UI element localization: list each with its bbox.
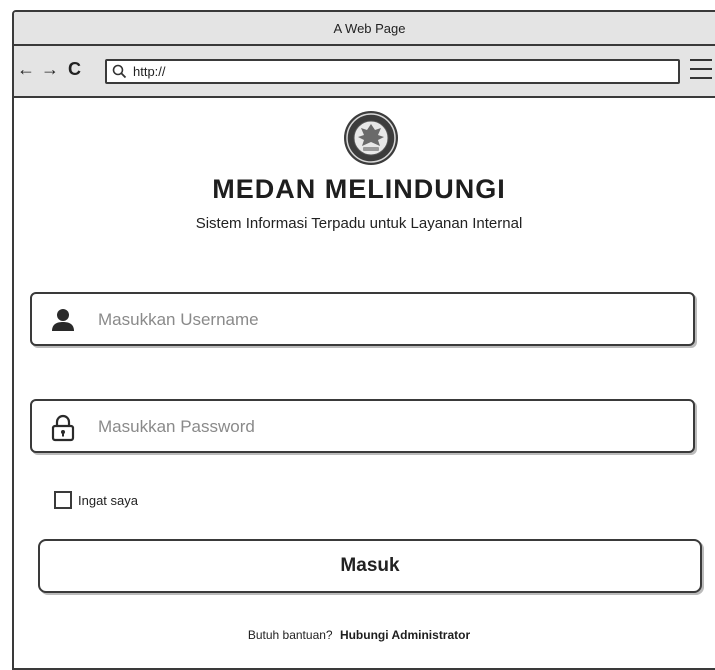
url-text: http:// (133, 64, 166, 79)
remember-me-label: Ingat saya (78, 492, 138, 508)
address-bar[interactable]: http:// (105, 59, 680, 84)
help-text: Butuh bantuan? Hubungi Administrator (14, 628, 704, 642)
menu-icon[interactable] (690, 59, 715, 81)
reload-button[interactable]: C (68, 59, 81, 79)
contact-admin-link[interactable]: Hubungi Administrator (340, 628, 470, 642)
username-field[interactable] (30, 292, 695, 346)
search-icon (112, 64, 127, 85)
checkbox-box[interactable] (54, 491, 72, 509)
lock-icon (50, 414, 76, 447)
user-icon (50, 307, 76, 338)
back-button[interactable]: ← (17, 59, 35, 79)
browser-toolbar: ← → C http:// (14, 46, 715, 98)
window-title: A Web Page (333, 21, 406, 36)
emblem-seal-icon (343, 110, 399, 166)
username-input[interactable] (96, 304, 680, 336)
forward-button[interactable]: → (41, 59, 59, 79)
remember-me-checkbox[interactable]: Ingat saya (54, 489, 138, 511)
app-subtitle: Sistem Informasi Terpadu untuk Layanan I… (195, 215, 523, 232)
app-title: MEDAN MELINDUNGI (212, 174, 506, 204)
help-prompt: Butuh bantuan? (247, 628, 333, 642)
password-input[interactable] (96, 411, 680, 443)
browser-window: A Web Page ← → C http:// MEDAN MELINDUNG… (12, 10, 715, 670)
window-titlebar: A Web Page (14, 12, 715, 46)
password-field[interactable] (30, 399, 695, 453)
login-button[interactable]: Masuk (38, 539, 702, 593)
